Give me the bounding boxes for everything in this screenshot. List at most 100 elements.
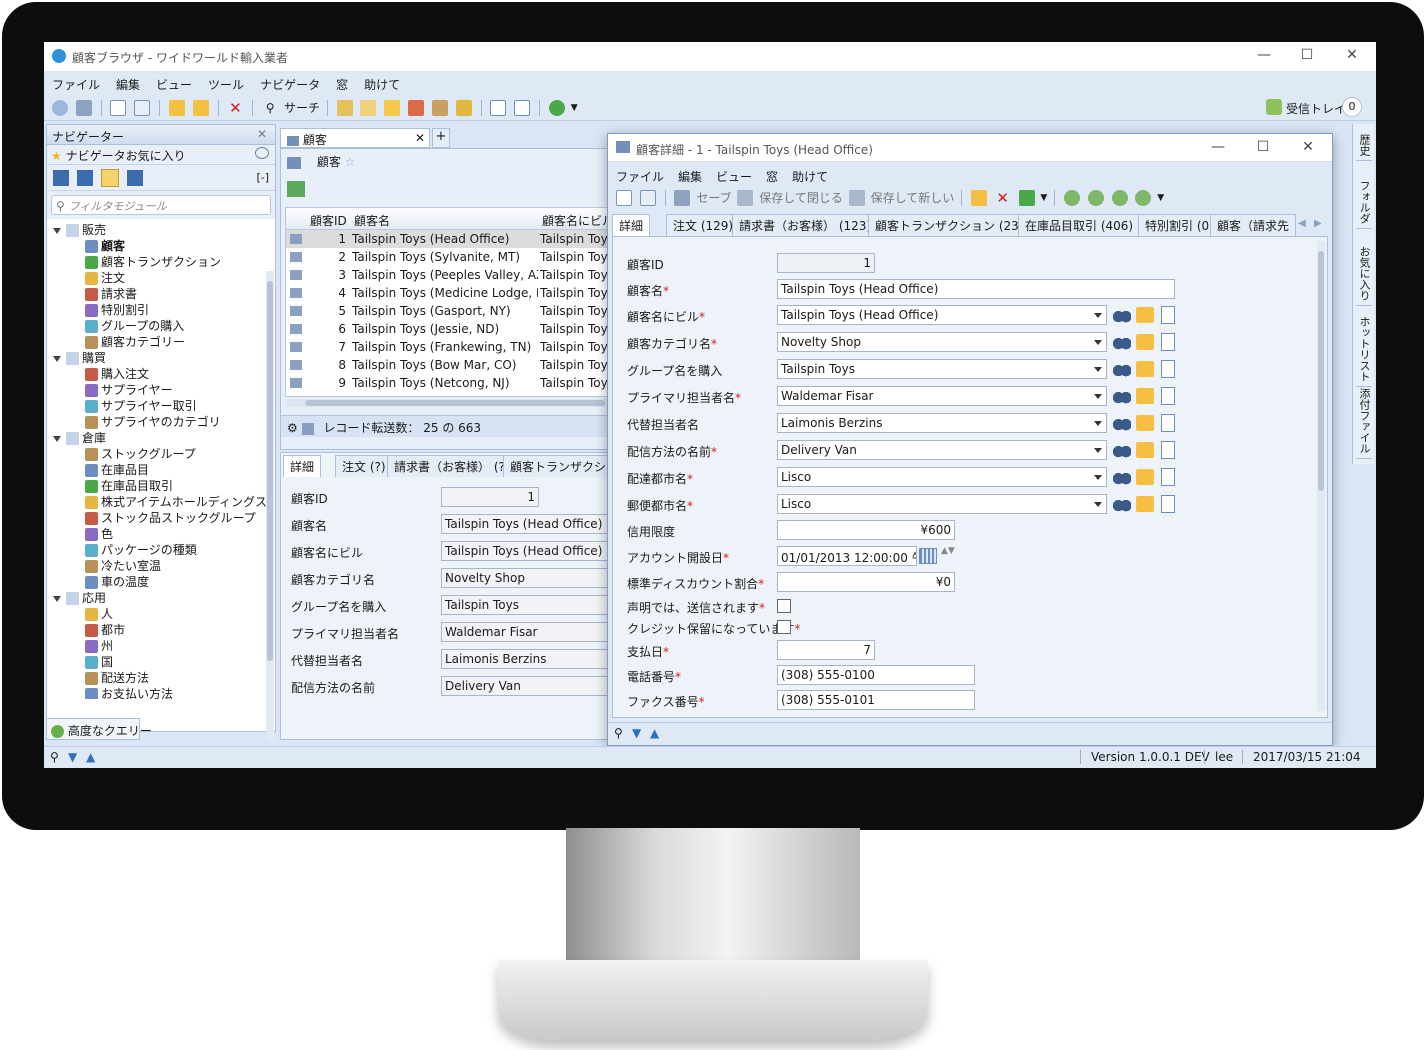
detail-checkbox[interactable] xyxy=(777,620,791,634)
folder-icon[interactable] xyxy=(1136,361,1154,377)
menu-edit[interactable]: 編集 xyxy=(108,73,148,93)
detail-close-button[interactable]: ✕ xyxy=(1298,139,1318,155)
new-document-icon[interactable] xyxy=(1161,387,1175,405)
chevron-down-icon[interactable] xyxy=(1094,475,1102,480)
detail-tab-1[interactable]: 注文 (129) xyxy=(666,214,741,236)
detail-field-value[interactable]: Tailspin Toys (Head Office) xyxy=(777,305,1107,325)
folder-icon[interactable] xyxy=(1136,496,1154,512)
folder-icon[interactable] xyxy=(1136,334,1154,350)
binoculars-icon[interactable] xyxy=(1113,496,1131,512)
table-row[interactable]: 5 Tailspin Toys (Gasport, NY) Tailspin Toy… xyxy=(286,302,652,320)
tree-item[interactable]: パッケージの種類 xyxy=(83,541,197,558)
user-search-icon[interactable] xyxy=(1063,189,1080,206)
folder-icon[interactable] xyxy=(1136,442,1154,458)
calendar-icon[interactable] xyxy=(919,548,937,564)
tree-item[interactable]: 在庫品目取引 xyxy=(83,477,173,494)
stop-icon[interactable] xyxy=(75,99,92,116)
delete-icon[interactable]: ✕ xyxy=(227,100,243,116)
tree-item[interactable]: 国 xyxy=(83,653,113,670)
detail-tab-4[interactable]: 在庫品目取引 (406) xyxy=(1018,214,1141,236)
detail-scrollbar[interactable] xyxy=(1317,241,1325,711)
detail-field-value[interactable]: Waldemar Fisar xyxy=(777,386,1107,406)
menu-view[interactable]: ビュー xyxy=(148,73,200,93)
table-row[interactable]: 4 Tailspin Toys (Medicine Lodge, KS) Tails… xyxy=(286,284,652,302)
arrow-down-icon[interactable]: ▼ xyxy=(632,726,641,740)
chevron-down-icon[interactable]: ▼ xyxy=(571,103,578,113)
new-document-icon[interactable] xyxy=(1161,333,1175,351)
side-tab-2[interactable]: お気に入り xyxy=(1356,242,1372,306)
favorites-bar[interactable]: ★ ナビゲータお気に入り xyxy=(47,145,275,165)
tree-item[interactable]: 購入注文 xyxy=(83,365,149,382)
menu-help[interactable]: 助けて xyxy=(356,73,408,93)
details-view-icon[interactable] xyxy=(127,170,143,186)
search-icon[interactable]: ⚲ xyxy=(262,100,278,116)
table-row[interactable]: 9 Tailspin Toys (Netcong, NJ) Tailspin Toy… xyxy=(286,374,652,392)
folder-icon[interactable] xyxy=(1136,469,1154,485)
detail-field-value[interactable]: Lisco xyxy=(777,467,1107,487)
mail-icon[interactable] xyxy=(360,99,377,116)
advanced-query-button[interactable]: 高度なクエリー xyxy=(46,718,152,740)
user-search-icon[interactable] xyxy=(1087,189,1104,206)
menu-tools[interactable]: ツール xyxy=(200,73,252,93)
eye-icon[interactable] xyxy=(255,147,269,159)
delete-icon[interactable]: ✕ xyxy=(995,190,1011,206)
chevron-down-icon[interactable] xyxy=(1094,340,1102,345)
back-icon[interactable] xyxy=(52,99,68,116)
user-search-icon[interactable] xyxy=(1135,189,1152,206)
detail-tab-0[interactable]: 詳細 xyxy=(612,214,651,236)
close-button[interactable]: ✕ xyxy=(1342,47,1362,63)
tree-item[interactable]: サプライヤー取引 xyxy=(83,397,197,414)
tree-item[interactable]: ストックグループ xyxy=(83,445,196,462)
tree-item[interactable]: 顧客トランザクション xyxy=(83,253,221,270)
inbox-label[interactable]: 受信トレイ xyxy=(1286,100,1346,117)
copy-icon[interactable] xyxy=(134,99,151,116)
tree-item[interactable]: サプライヤのカテゴリ xyxy=(83,413,221,430)
tree-group-1[interactable]: 購買 xyxy=(53,349,106,366)
new-document-icon[interactable] xyxy=(1161,360,1175,378)
tree-item[interactable]: 株式アイテムホールディングス xyxy=(83,493,267,510)
pin-icon[interactable]: ✕ xyxy=(257,127,267,141)
detail-field-value[interactable]: Laimonis Berzins xyxy=(777,413,1107,433)
layout-split-icon[interactable] xyxy=(514,99,531,116)
search-button[interactable]: サーチ xyxy=(284,99,320,116)
tree-item[interactable]: 人 xyxy=(83,605,113,622)
chart-icon[interactable] xyxy=(408,99,425,116)
tree-item[interactable]: 顧客 xyxy=(83,237,125,254)
lower-tab-2[interactable]: 請求書（お客様） (?) xyxy=(387,455,517,477)
folder-icon[interactable] xyxy=(1136,388,1154,404)
detail-menu-view[interactable]: ビュー xyxy=(708,164,758,185)
tab-scroll-right-icon[interactable]: ▶ xyxy=(1314,218,1322,229)
export-icon[interactable] xyxy=(287,181,305,197)
folder-icon[interactable] xyxy=(1136,307,1154,323)
detail-tab-2[interactable]: 請求書（お客様） (123) xyxy=(732,214,879,236)
tab-scroll-left-icon[interactable]: ◀ xyxy=(1298,218,1306,229)
menu-navigator[interactable]: ナビゲータ xyxy=(252,73,328,93)
folder-icon[interactable] xyxy=(1136,415,1154,431)
detail-field-value[interactable]: Novelty Shop xyxy=(777,332,1107,352)
book-icon[interactable] xyxy=(431,99,448,116)
filter-input[interactable]: ⚲ フィルタモジュール xyxy=(51,195,271,215)
table-row[interactable]: 1 Tailspin Toys (Head Office) Tailspin Toy… xyxy=(286,230,652,248)
detail-field-value[interactable]: ¥600 xyxy=(777,520,955,540)
binoculars-icon[interactable] xyxy=(1113,415,1131,431)
help-icon[interactable] xyxy=(455,99,472,116)
refresh-icon[interactable] xyxy=(1018,189,1035,206)
detail-menu-file[interactable]: ファイル xyxy=(608,164,670,185)
chevron-down-icon[interactable] xyxy=(1094,448,1102,453)
save-close-icon[interactable] xyxy=(737,189,754,206)
tree-item[interactable]: 配送方法 xyxy=(83,669,149,686)
tree-item[interactable]: グループの購入 xyxy=(83,317,184,334)
chevron-down-icon[interactable] xyxy=(1094,421,1102,426)
chevron-down-icon[interactable]: ▼ xyxy=(1040,193,1047,203)
tree-group-2[interactable]: 倉庫 xyxy=(53,429,106,446)
tree-item[interactable]: 在庫品目 xyxy=(83,461,149,478)
layout-icon[interactable] xyxy=(490,99,507,116)
copy-icon[interactable] xyxy=(639,189,656,206)
small-icons-icon[interactable] xyxy=(77,170,93,186)
binoculars-icon[interactable] xyxy=(1113,388,1131,404)
tree-item[interactable]: 特別割引 xyxy=(83,301,149,318)
menu-window[interactable]: 窓 xyxy=(328,73,356,93)
chevron-down-icon[interactable] xyxy=(1094,367,1102,372)
maximize-button[interactable]: ☐ xyxy=(1297,47,1317,63)
chevron-down-icon[interactable] xyxy=(1094,394,1102,399)
